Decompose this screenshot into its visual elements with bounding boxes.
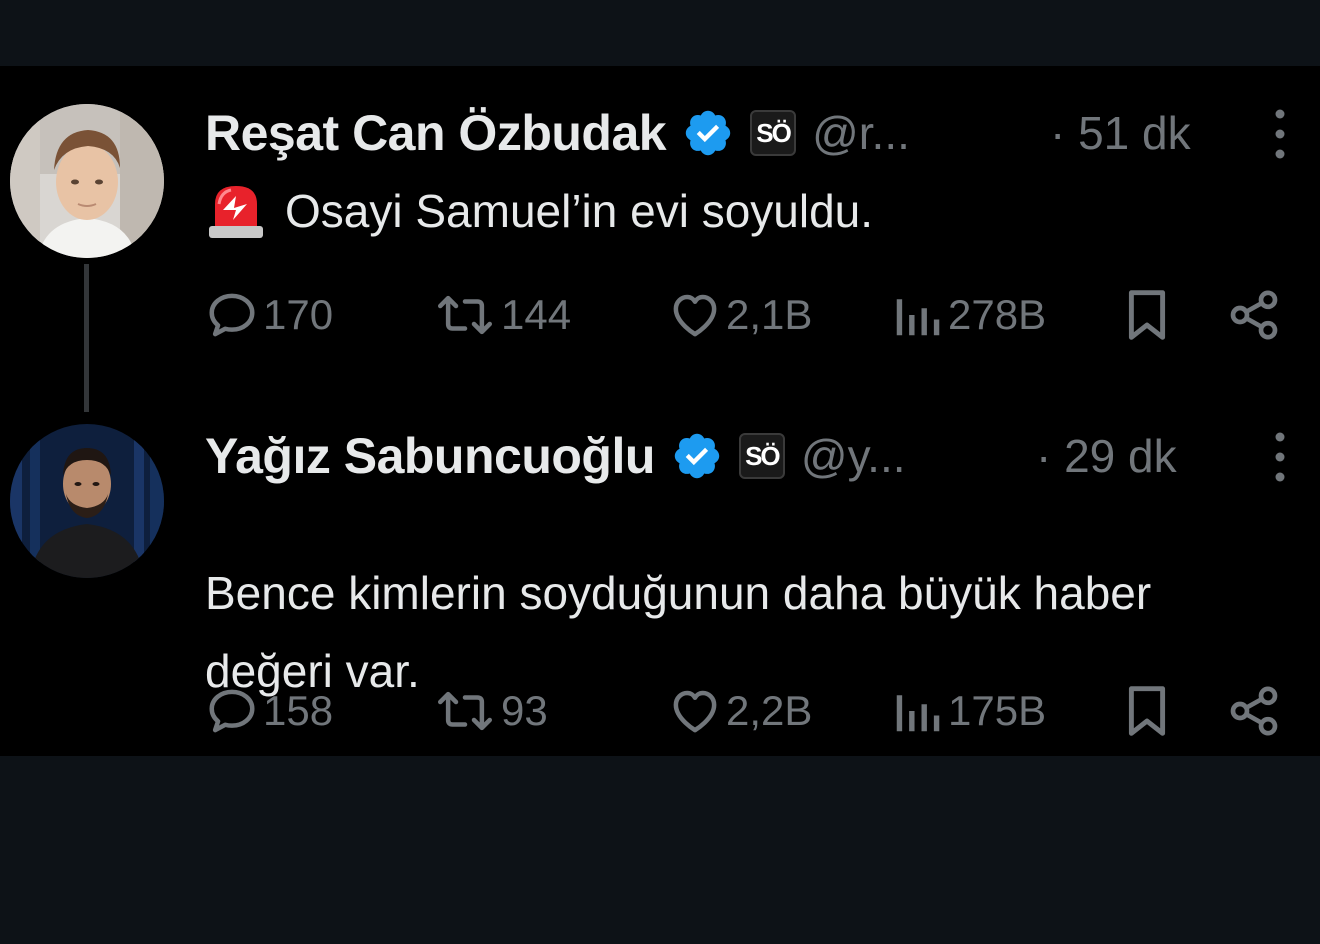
retweet-icon xyxy=(438,691,492,731)
more-options-icon[interactable] xyxy=(1262,106,1298,162)
bookmark-button[interactable] xyxy=(1120,676,1174,746)
like-count: 2,2B xyxy=(726,687,813,734)
bookmark-icon xyxy=(1128,686,1166,736)
avatar[interactable] xyxy=(10,104,164,258)
tweet-header: Reşat Can Özbudak SÖ @r... xyxy=(205,103,910,163)
retweet-icon xyxy=(438,295,492,335)
tweet-text: Osayi Samuel’in evi soyuldu. xyxy=(205,172,1285,250)
tweet-actions: 170 144 2,1B 278B xyxy=(0,280,1320,350)
display-name[interactable]: Reşat Can Özbudak xyxy=(205,104,667,162)
avatar[interactable] xyxy=(10,424,164,578)
timestamp[interactable]: · 29 dk xyxy=(1036,426,1177,486)
share-icon xyxy=(1230,686,1278,736)
handle[interactable]: @r... xyxy=(812,106,910,160)
like-count: 2,1B xyxy=(726,291,813,338)
views-icon xyxy=(896,695,940,732)
retweet-count: 93 xyxy=(501,687,548,734)
tweet-thread: Reşat Can Özbudak SÖ @r... · 51 dk Osayi… xyxy=(0,66,1320,756)
bookmark-icon xyxy=(1128,290,1166,340)
tweet-text-content: Osayi Samuel’in evi soyuldu. xyxy=(285,185,874,237)
share-icon xyxy=(1230,290,1278,340)
police-light-icon xyxy=(205,180,267,242)
like-button[interactable]: 2,2B xyxy=(668,676,812,746)
view-count: 278B xyxy=(948,291,1047,338)
timestamp[interactable]: · 51 dk xyxy=(1050,103,1191,163)
affiliate-badge[interactable]: SÖ xyxy=(738,433,785,479)
share-button[interactable] xyxy=(1226,280,1282,350)
tweet-header: Yağız Sabuncuoğlu SÖ @y... xyxy=(205,426,906,486)
tweet[interactable]: Reşat Can Özbudak SÖ @r... · 51 dk Osayi… xyxy=(0,66,1320,412)
verified-badge-icon xyxy=(682,107,734,159)
reply-icon xyxy=(209,293,255,337)
like-button[interactable]: 2,1B xyxy=(668,280,812,350)
retweet-count: 144 xyxy=(501,291,572,338)
avatar-image xyxy=(10,424,164,578)
tweet[interactable]: Yağız Sabuncuoğlu SÖ @y... · 29 dk Bence… xyxy=(0,406,1320,756)
share-button[interactable] xyxy=(1226,676,1282,746)
reply-count: 170 xyxy=(263,291,334,338)
display-name[interactable]: Yağız Sabuncuoğlu xyxy=(205,427,655,485)
affiliate-badge[interactable]: SÖ xyxy=(750,110,797,156)
heart-icon xyxy=(673,294,717,337)
reply-button[interactable]: 170 xyxy=(205,280,333,350)
reply-count: 158 xyxy=(263,687,334,734)
retweet-button[interactable]: 93 xyxy=(433,676,548,746)
reply-button[interactable]: 158 xyxy=(205,676,333,746)
views-button[interactable]: 278B xyxy=(890,280,1046,350)
avatar-image xyxy=(10,104,164,258)
more-options-icon[interactable] xyxy=(1262,429,1298,485)
views-icon xyxy=(896,299,940,336)
view-count: 175B xyxy=(948,687,1047,734)
retweet-button[interactable]: 144 xyxy=(433,280,571,350)
tweet-actions: 158 93 2,2B 175B xyxy=(0,676,1320,746)
views-button[interactable]: 175B xyxy=(890,676,1046,746)
handle[interactable]: @y... xyxy=(801,429,906,483)
heart-icon xyxy=(673,690,717,733)
verified-badge-icon xyxy=(671,430,723,482)
bookmark-button[interactable] xyxy=(1120,280,1174,350)
reply-icon xyxy=(209,689,255,733)
